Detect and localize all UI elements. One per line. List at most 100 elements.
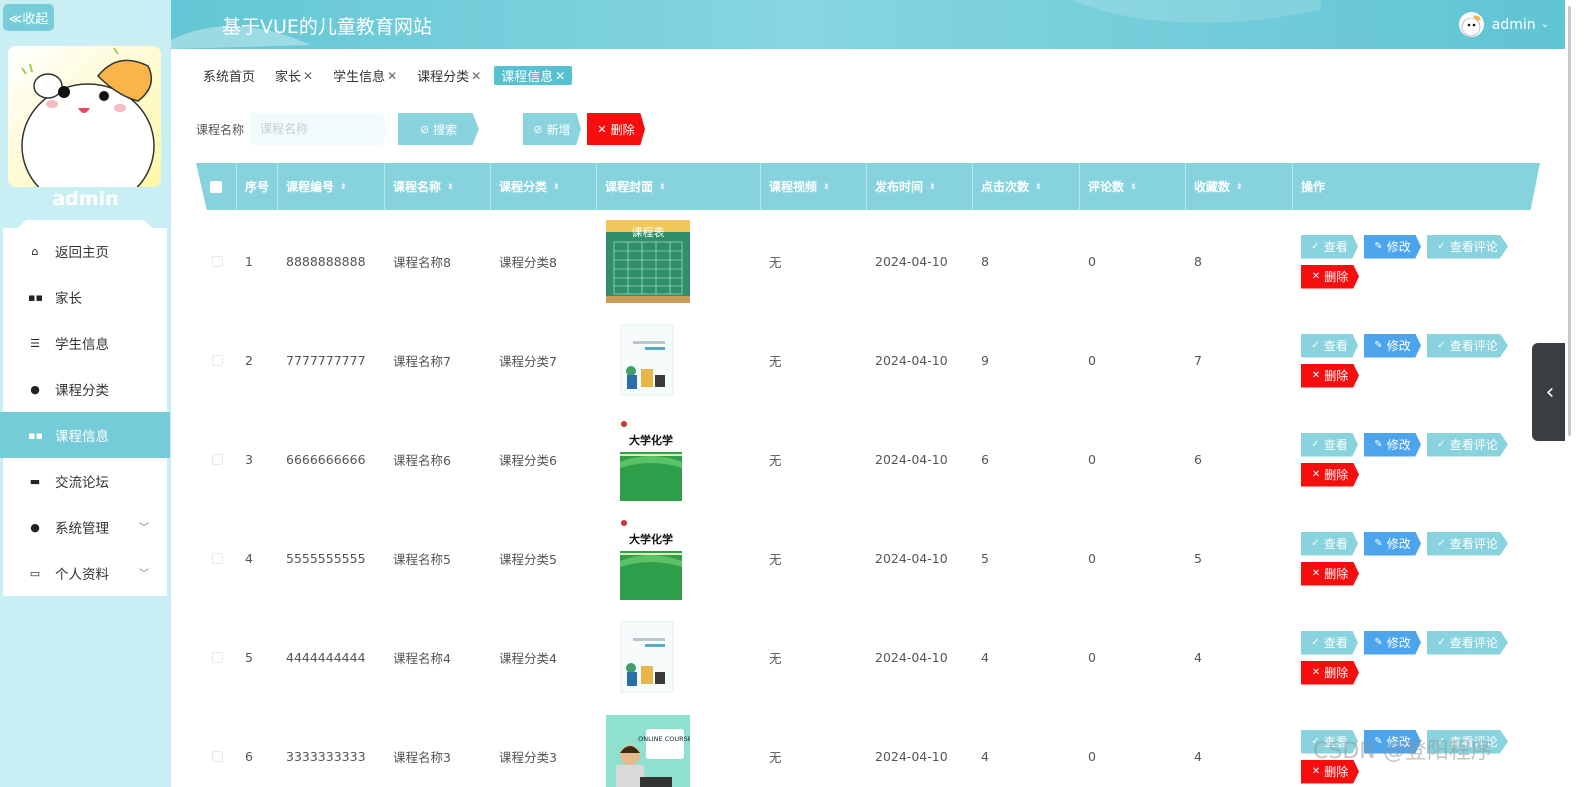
- view-button[interactable]: ✓ 查看: [1301, 531, 1358, 556]
- row-checkbox[interactable]: [212, 355, 223, 366]
- tab-students[interactable]: 学生信息 ✕: [326, 66, 404, 86]
- column-header[interactable]: 发布时间 ⬍: [867, 163, 973, 210]
- category-cell: 课程分类5: [491, 509, 597, 608]
- cover-cell: ONLINE COURSE: [597, 707, 761, 787]
- search-input[interactable]: [251, 113, 388, 145]
- actions-cell: ✓ 查看 ✎ 修改 ✓ 查看评论 ✕ 删除: [1293, 410, 1540, 509]
- comment-count: 0: [1088, 650, 1096, 665]
- close-icon[interactable]: ✕: [303, 69, 313, 83]
- edit-button[interactable]: ✎ 修改: [1364, 531, 1421, 556]
- drawer-toggle[interactable]: ‹: [1532, 343, 1568, 441]
- date-cell: 2024-04-10: [867, 311, 973, 410]
- tab-course-category[interactable]: 课程分类 ✕: [410, 66, 488, 86]
- sidebar-item-course-info[interactable]: ▪▪ 课程信息: [0, 412, 170, 458]
- delete-label: 删除: [1324, 369, 1349, 383]
- cover-cell: 大学化学: [597, 509, 761, 608]
- search-button[interactable]: ⊘ 搜索: [398, 113, 479, 145]
- row-checkbox[interactable]: [212, 751, 223, 762]
- add-button[interactable]: ⊘ 新增: [523, 113, 581, 145]
- sidebar-item-profile[interactable]: ▭ 个人资料 ﹀: [3, 550, 167, 596]
- view-button[interactable]: ✓ 查看: [1301, 630, 1358, 655]
- index-cell: 1: [237, 212, 278, 311]
- row-checkbox[interactable]: [212, 553, 223, 564]
- view-button[interactable]: ✓ 查看: [1301, 432, 1358, 457]
- code-cell: 4444444444: [278, 608, 385, 707]
- edit-button[interactable]: ✎ 修改: [1364, 630, 1421, 655]
- check-icon: ✓: [1311, 538, 1320, 549]
- comments-label: 查看评论: [1449, 240, 1498, 254]
- sidebar-item-label: 返回主页: [55, 245, 109, 261]
- row-checkbox[interactable]: [212, 652, 223, 663]
- column-header[interactable]: 课程名称 ⬍: [385, 163, 491, 210]
- delete-button[interactable]: ✕ 删除: [1301, 264, 1359, 289]
- edit-button[interactable]: ✎ 修改: [1364, 432, 1421, 457]
- sidebar-item-system[interactable]: ● 系统管理 ﹀: [3, 504, 167, 550]
- collapse-button[interactable]: ≪收起: [3, 4, 54, 31]
- column-header[interactable]: 收藏数 ⬍: [1186, 163, 1293, 210]
- edit-button[interactable]: ✎ 修改: [1364, 333, 1421, 358]
- delete-button-label: 删除: [610, 122, 635, 137]
- comments-label: 查看评论: [1449, 438, 1498, 452]
- course-name: 课程名称4: [393, 651, 451, 666]
- column-header[interactable]: 课程封面 ⬍: [597, 163, 761, 210]
- actions-cell: ✓ 查看 ✎ 修改 ✓ 查看评论 ✕ 删除: [1293, 608, 1540, 707]
- delete-button[interactable]: ✕ 删除: [1301, 363, 1359, 388]
- column-header[interactable]: 评论数 ⬍: [1080, 163, 1186, 210]
- user-menu[interactable]: admin ⌄: [1458, 12, 1549, 37]
- edit-label: 修改: [1386, 339, 1411, 353]
- favorites-cell: 7: [1186, 311, 1293, 410]
- view-button[interactable]: ✓ 查看: [1301, 333, 1358, 358]
- column-header[interactable]: 课程编号 ⬍: [278, 163, 385, 210]
- view-comments-button[interactable]: ✓ 查看评论: [1427, 333, 1508, 358]
- edit-icon: ✎: [1374, 538, 1383, 549]
- row-checkbox[interactable]: [212, 256, 223, 267]
- sidebar-item-forum[interactable]: ▬ 交流论坛: [3, 458, 167, 504]
- column-label: 点击次数: [981, 180, 1030, 194]
- column-header[interactable]: 课程分类 ⬍: [491, 163, 597, 210]
- delete-button[interactable]: ✕ 删除: [1301, 462, 1359, 487]
- comments-cell: 0: [1080, 212, 1186, 311]
- sidebar-item-parents[interactable]: ▪▪ 家长: [3, 274, 167, 320]
- view-comments-button[interactable]: ✓ 查看评论: [1427, 234, 1508, 259]
- tab-parents[interactable]: 家长 ✕: [268, 66, 320, 86]
- row-actions: ✓ 查看 ✎ 修改 ✓ 查看评论 ✕ 删除: [1301, 333, 1531, 388]
- click-count: 6: [981, 452, 989, 467]
- check-icon: ✓: [1311, 241, 1320, 252]
- course-video: 无: [769, 552, 782, 567]
- view-comments-button[interactable]: ✓ 查看评论: [1427, 531, 1508, 556]
- delete-button[interactable]: ✕ 删除: [1301, 660, 1359, 685]
- view-button[interactable]: ✓ 查看: [1301, 234, 1358, 259]
- header-username: admin: [1491, 16, 1536, 33]
- close-icon[interactable]: ✕: [471, 69, 481, 83]
- cover-book-image: [605, 319, 689, 402]
- checkbox-cell: [196, 608, 237, 707]
- date-cell: 2024-04-10: [867, 608, 973, 707]
- delete-button[interactable]: ✕ 删除: [1301, 561, 1359, 586]
- tab-label: 系统首页: [203, 70, 256, 85]
- click-count: 9: [981, 353, 989, 368]
- course-video: 无: [769, 354, 782, 369]
- view-comments-button[interactable]: ✓ 查看评论: [1427, 432, 1508, 457]
- sidebar-item-label: 交流论坛: [55, 475, 109, 491]
- sidebar-item-course-category[interactable]: ● 课程分类: [3, 366, 167, 412]
- cover-title: 大学化学: [629, 433, 673, 447]
- close-icon[interactable]: ✕: [387, 69, 397, 83]
- select-all-checkbox[interactable]: [210, 180, 222, 193]
- row-checkbox[interactable]: [212, 454, 223, 465]
- view-comments-button[interactable]: ✓ 查看评论: [1427, 630, 1508, 655]
- search-label: 课程名称: [196, 123, 245, 137]
- close-icon[interactable]: ✕: [555, 69, 565, 83]
- scrollbar-thumb[interactable]: [1568, 6, 1571, 436]
- hamster-avatar-icon: [8, 46, 161, 187]
- clicks-cell: 6: [973, 410, 1080, 509]
- cover-title: ONLINE COURSE: [638, 735, 690, 743]
- sidebar-item-students[interactable]: ☰ 学生信息: [3, 320, 167, 366]
- tab-course-info[interactable]: 课程信息 ✕: [494, 66, 573, 85]
- column-header[interactable]: 课程视频 ⬍: [761, 163, 867, 210]
- batch-delete-button[interactable]: ✕ 删除: [587, 113, 645, 145]
- sidebar-username: admin: [52, 188, 119, 210]
- column-header[interactable]: 点击次数 ⬍: [973, 163, 1080, 210]
- edit-button[interactable]: ✎ 修改: [1364, 234, 1421, 259]
- sidebar-item-home[interactable]: ⌂ 返回主页: [3, 228, 167, 274]
- tab-home[interactable]: 系统首页: [196, 66, 262, 85]
